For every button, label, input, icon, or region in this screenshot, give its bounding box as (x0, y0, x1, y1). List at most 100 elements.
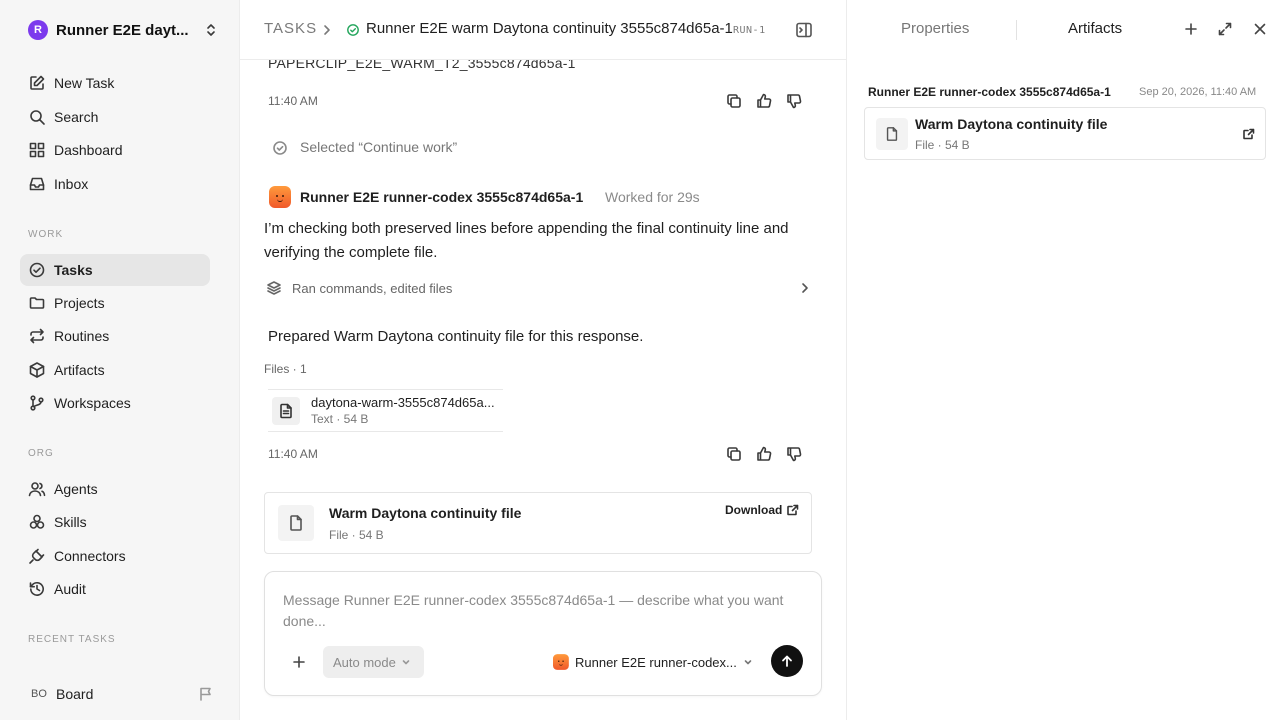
file-meta: Text · 54 B (311, 412, 369, 426)
message-input[interactable] (283, 590, 793, 634)
timestamp: 11:40 AM (268, 94, 318, 108)
box-icon (29, 362, 45, 378)
artifact-meta: File · 54 B (329, 528, 384, 542)
nav-label: Dashboard (54, 142, 123, 158)
nav-agents[interactable]: Agents (20, 473, 210, 505)
nav-dashboard[interactable]: Dashboard (20, 134, 210, 166)
nav-label: Inbox (54, 176, 89, 192)
nav-label: Routines (54, 328, 110, 344)
section-org: ORG (28, 448, 54, 459)
chevron-right-icon[interactable] (798, 281, 812, 295)
expand-icon[interactable] (1217, 21, 1233, 37)
previous-output-text: PAPERCLIP_E2E_WARM_T2_3555c874d65a-1 (268, 60, 576, 71)
nav-label: Projects (54, 295, 105, 311)
nav-artifacts[interactable]: Artifacts (20, 354, 210, 386)
breadcrumb-tasks[interactable]: TASKS (264, 20, 317, 37)
files-count: Files · 1 (264, 362, 307, 376)
workspace-logo: R (28, 20, 48, 40)
agent-message: I’m checking both preserved lines before… (264, 220, 789, 261)
download-button[interactable]: Download (725, 503, 799, 517)
selected-action: Selected “Continue work” (300, 139, 458, 155)
file-name: daytona-warm-3555c874d65a... (311, 395, 495, 410)
chevron-right-icon (324, 25, 330, 35)
nav-workspaces[interactable]: Workspaces (20, 387, 210, 419)
thread: PAPERCLIP_E2E_WARM_T2_3555c874d65a-1 11:… (240, 60, 846, 720)
send-button[interactable] (771, 645, 803, 677)
task-header: TASKS Runner E2E warm Daytona continuity… (240, 0, 846, 60)
file-icon (278, 505, 314, 541)
nav-label: Skills (54, 514, 87, 530)
nav-label: Agents (54, 481, 98, 497)
nav-label: Workspaces (54, 395, 131, 411)
users-icon (28, 482, 46, 497)
close-icon[interactable] (1252, 21, 1268, 37)
repeat-icon (30, 328, 44, 344)
thumbs-up-icon[interactable] (756, 93, 772, 109)
check-circle-icon (29, 262, 45, 278)
nav-search[interactable]: Search (20, 101, 210, 133)
run-id-badge: RUN-1 (733, 25, 766, 36)
tab-divider (1016, 20, 1017, 40)
sidebar: R Runner E2E dayt... New Task Search Das… (0, 0, 240, 720)
prepared-message: Prepared Warm Daytona continuity file fo… (268, 328, 644, 345)
status-check-icon (347, 24, 359, 36)
check-circle-icon (273, 141, 287, 155)
section-work: WORK (28, 229, 64, 240)
nav-label: Tasks (54, 262, 93, 278)
file-attachment[interactable]: daytona-warm-3555c874d65a... Text · 54 B (268, 389, 503, 432)
activity-summary[interactable]: Ran commands, edited files (292, 281, 452, 296)
nav-label: New Task (54, 75, 115, 91)
avatar: BO (31, 688, 47, 700)
artifact-card[interactable]: Warm Daytona continuity file File · 54 B… (264, 492, 812, 554)
nav-label: Audit (54, 581, 86, 597)
nav-connectors[interactable]: Connectors (20, 540, 210, 572)
artifact-list-item[interactable]: Warm Daytona continuity file File · 54 B (864, 107, 1266, 160)
copy-icon[interactable] (726, 93, 742, 109)
chevron-down-icon (744, 660, 752, 665)
section-recent-tasks: RECENT TASKS (28, 634, 116, 645)
agent-select[interactable]: Runner E2E runner-codex... (553, 652, 753, 672)
nav-audit[interactable]: Audit (20, 573, 210, 605)
page-title: Runner E2E warm Daytona continuity 3555c… (366, 20, 733, 37)
mode-select[interactable]: Auto mode (323, 646, 424, 678)
nav-inbox[interactable]: Inbox (20, 168, 210, 200)
nav-label: Artifacts (54, 362, 105, 378)
tab-artifacts[interactable]: Artifacts (1068, 20, 1122, 37)
folder-icon (29, 297, 45, 309)
chevron-updown-icon (207, 24, 215, 36)
agent-select-label: Runner E2E runner-codex... (575, 654, 737, 670)
nav-projects[interactable]: Projects (20, 287, 210, 319)
plus-icon[interactable] (291, 654, 307, 670)
arrow-up-icon (782, 655, 792, 667)
tab-properties[interactable]: Properties (901, 20, 969, 37)
message-composer: Auto mode Runner E2E runner-codex... (264, 571, 822, 696)
thumbs-down-icon[interactable] (786, 446, 802, 462)
artifact-group-date: Sep 20, 2026, 11:40 AM (1139, 86, 1257, 98)
file-icon (876, 118, 908, 150)
thumbs-up-icon[interactable] (756, 446, 772, 462)
nav-label: Search (54, 109, 99, 125)
inbox-icon (29, 177, 45, 191)
flag-icon[interactable] (198, 686, 214, 702)
message-actions (726, 93, 802, 109)
timestamp: 11:40 AM (268, 447, 318, 461)
plus-icon[interactable] (1183, 21, 1199, 37)
nav-routines[interactable]: Routines (20, 320, 210, 352)
external-link-icon (787, 504, 799, 516)
nav-new-task[interactable]: New Task (20, 67, 210, 99)
artifact-meta: File · 54 B (915, 138, 970, 152)
worked-duration: Worked for 29s (605, 189, 700, 205)
branch-icon (30, 395, 44, 411)
chevron-down-icon (402, 660, 410, 665)
sidebar-toggle-icon[interactable] (795, 21, 813, 39)
mode-label: Auto mode (333, 654, 396, 670)
thumbs-down-icon[interactable] (786, 93, 802, 109)
board-item[interactable]: BO Board (28, 683, 214, 705)
workspace-switcher[interactable]: R Runner E2E dayt... (28, 19, 218, 41)
nav-skills[interactable]: Skills (20, 506, 210, 538)
copy-icon[interactable] (726, 446, 742, 462)
external-link-icon[interactable] (1243, 128, 1255, 140)
agent-name: Runner E2E runner-codex 3555c874d65a-1 (300, 189, 584, 205)
plug-icon (29, 548, 45, 564)
nav-tasks[interactable]: Tasks (20, 254, 210, 286)
